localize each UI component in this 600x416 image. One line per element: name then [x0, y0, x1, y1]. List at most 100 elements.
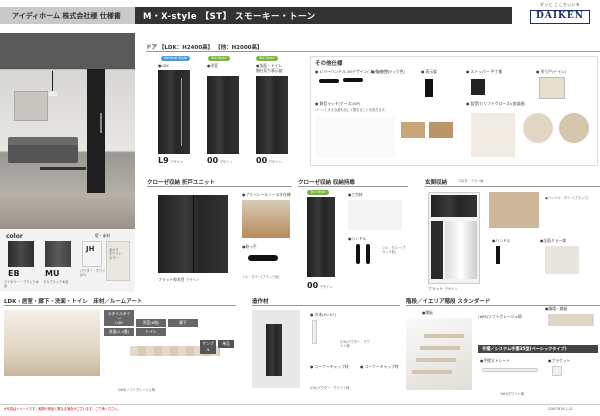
trim-room-photo [252, 310, 300, 388]
latch-image-2 [429, 122, 453, 138]
eb-swatch [8, 241, 34, 267]
floor-tab-hall[interactable]: 廊下 [168, 319, 198, 327]
entry-image-1 [489, 192, 539, 228]
stopper-image [471, 113, 515, 157]
entry-subtitle: コの字・ミラー扉 [458, 179, 484, 183]
other-item-stopper: ● 錠受け(ソフトクローズ)(各部屋) [466, 101, 526, 106]
door3-image [256, 76, 288, 154]
rail-bracket-image [552, 366, 562, 376]
door3-label: ●洗面・トイレ 間仕切り表示錠 [256, 63, 283, 73]
rail-straight-image [482, 368, 538, 372]
stair-landing-label: ●踊場・踏板 [545, 306, 568, 311]
door-section-rule [146, 51, 600, 52]
extra-chip-text: あかり ホワイト カラー [109, 248, 122, 260]
closet2-tag: Tall Style [307, 190, 329, 195]
closet-rule [147, 186, 292, 187]
trim-rule [252, 305, 400, 306]
other-note: バーンと大きな音を出して閉まることを防ぎます。 [315, 108, 388, 112]
door1-image [158, 70, 190, 154]
door1-label: ●LDK [158, 63, 169, 68]
other-spec-panel: その他仕様 ● レバーハンドル 85デザイン(ブラック色) ● 角座(ブラック色… [310, 56, 598, 166]
footer-code: S2607B76-1-02 [548, 407, 573, 411]
trim-item-2: ● コーナーキャップ材 [310, 364, 349, 369]
stair-landing-image [548, 314, 594, 326]
closet2-image [307, 197, 335, 277]
entry-rule [425, 186, 600, 187]
floor-tab-room[interactable]: 洋室(6帖) [136, 319, 166, 327]
railing-title: 手摺／システム手摺35型(ベーシックタイプ) [482, 346, 567, 351]
closet2-item-1: ●三方枠 [348, 192, 363, 197]
closet2-handle-b [366, 244, 370, 264]
door2-label: ●洋室 [207, 63, 218, 68]
closet-image [158, 195, 228, 273]
floor-room-photo [4, 310, 100, 376]
closet-caption: フラット枠木目 デザイン [158, 277, 199, 282]
color-title: color [6, 233, 23, 240]
door-section-title: ドア 【LDK：H2400高】 【他：H2000高】 [146, 45, 263, 51]
closet2-handle-note: ツル・ダミー(ブラック色) [382, 246, 406, 254]
stair-photo [406, 318, 472, 390]
footer-rule [0, 404, 600, 405]
stair-label: ●踏板 [422, 310, 433, 315]
closet2-title: クローゼ収納 収納持扉 [298, 180, 355, 186]
eb-code: EB [8, 269, 20, 278]
other-item-toilet: ● 吊り戸(トイレ) [536, 69, 567, 74]
closet-feature-1: ●フリーレールノースタ仕様 [242, 192, 291, 197]
mu-code: MU [45, 269, 60, 278]
door1-caption: L9 デザイン [158, 156, 184, 165]
other-item-plate: ● 角座(ブラック色) [371, 69, 406, 74]
trim-item-1: ● 巾木(H=57) [310, 312, 336, 317]
floor-tab-toilet[interactable]: トイレ [136, 328, 166, 336]
door2-image [207, 76, 239, 154]
other-item-hinge: ● ストッパー 平丁番 [466, 69, 503, 74]
closet-feature-2: ●取っ手 [242, 244, 257, 249]
extra-chip: あかり ホワイト カラー [106, 241, 130, 281]
closet-title: クローゼ収納 折戸ユニット [147, 180, 215, 186]
entry-handle-image [496, 246, 500, 264]
mu-name: モカブラック木目 [43, 280, 69, 284]
company-title: アイディホーム 株式会社様 仕様書 [0, 7, 135, 24]
stopper-circle-1 [523, 113, 553, 143]
color-section: color 壁・床材 JH EB MU アイボリー・ブラック木目 モカブラック木… [0, 229, 135, 292]
entry-caption: フラット デザイン [428, 286, 458, 291]
rail-item-1: ●手摺ストレート [480, 358, 510, 363]
entry-item-1: ●ハンドル [492, 238, 511, 243]
door1-tag: Vertical Style [161, 56, 191, 61]
entry-cabinet-image [428, 192, 480, 284]
rail-color: (WH)ホワイト柄 [500, 392, 524, 396]
closet-feature-image [242, 200, 290, 238]
closet2-caption: 00 デザイン [307, 281, 333, 290]
hinge-image [471, 79, 485, 95]
floor-single-button[interactable]: 単品 [218, 340, 234, 348]
entry-item-2: ●全面ミラー扉 [540, 238, 567, 243]
indicator-lock-image [425, 79, 433, 97]
stopper-circle-2 [559, 113, 589, 143]
closet2-handle-a [356, 244, 360, 264]
trim-title: 造作材 [252, 299, 269, 305]
entry-title: 玄関収納 [425, 180, 448, 186]
floor-sample-button[interactable]: サンプル [200, 340, 216, 354]
room-photo [0, 33, 135, 229]
other-item-latch: ● 静音ラッチ(ケース)(SP) [315, 101, 361, 106]
trim-item-3: ● コーナーキャップ材 [360, 364, 399, 369]
closet-handle-note: ツル・ダミー(ブラック色) [242, 275, 280, 279]
jh-code: JH [86, 245, 95, 253]
floor-title: LDK・居室・廊下・洗面・トイレ 床材／ルームアート [4, 299, 143, 305]
mu-swatch [45, 241, 71, 267]
daiken-logo: DAIKEN [530, 10, 590, 24]
trim-baseboard-image [312, 320, 317, 344]
door3-tag: Tall Style [256, 56, 278, 61]
door2-caption: 00 デザイン [207, 156, 233, 165]
other-spec-title: その他仕様 [315, 61, 343, 67]
latch-description [315, 117, 395, 157]
page-title: M・X-style 【ST】 スモーキー・トーン [135, 7, 512, 24]
closet2-item1-image [348, 200, 402, 230]
floor-label: (WM)ソフトグレージュ柄 [118, 388, 155, 392]
footer-note: ※写真はイメージです。実際の商品と異なる場合がございます。ご了承ください。 [4, 407, 121, 411]
lever-handle-image [319, 77, 363, 87]
closet-handle-image [248, 255, 278, 261]
floor-tab-ldk[interactable]: LDK [104, 319, 134, 326]
stair-title: 階段／イエリア階段 スタンダード [406, 299, 491, 305]
trim-color-1: (OH)パウダー・ホワイト柄 [340, 340, 370, 348]
floor-tab-wash[interactable]: 洗面(2.4畳) [104, 328, 134, 336]
